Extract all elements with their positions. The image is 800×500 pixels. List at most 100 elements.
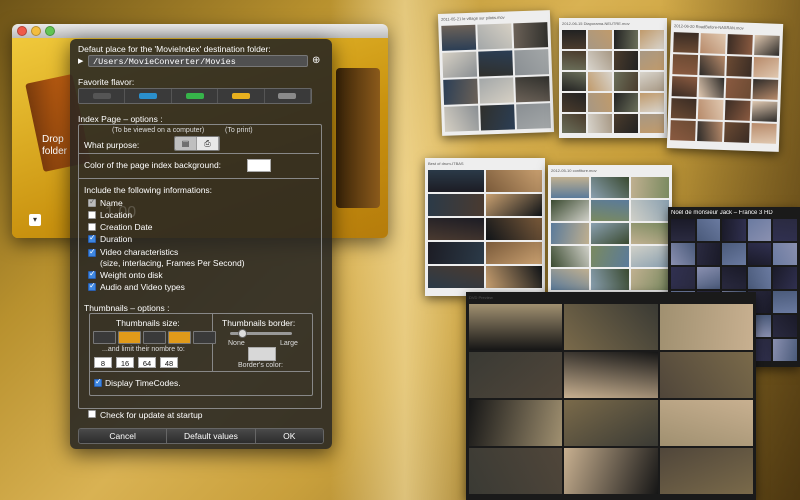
sheet-caption: 2012-05-10 confiture.mov — [551, 168, 597, 173]
creation-date-label: Creation Date — [100, 222, 153, 232]
video-frame — [444, 105, 480, 132]
video-frame — [773, 267, 797, 289]
video-frame — [469, 448, 563, 494]
video-frame — [724, 122, 750, 143]
computer-screen-icon[interactable]: ▤ — [175, 137, 197, 150]
frame-grid — [562, 30, 664, 133]
video-frame — [696, 219, 721, 241]
video-frame — [640, 72, 664, 91]
video-frame — [614, 30, 638, 49]
disclosure-triangle-icon[interactable]: ▶ — [78, 57, 83, 65]
video-frame — [591, 246, 629, 267]
close-window-button[interactable] — [17, 26, 27, 36]
video-frame — [614, 93, 638, 112]
video-frame — [562, 72, 586, 91]
video-frame — [631, 223, 669, 244]
film-reel-icon — [336, 68, 380, 208]
update-checkbox[interactable] — [88, 410, 96, 418]
video-frame — [673, 32, 699, 54]
drop-label-line2: folder — [42, 146, 68, 157]
border-color-well[interactable] — [248, 347, 276, 361]
weight-checkbox[interactable] — [88, 269, 96, 279]
divider — [90, 371, 310, 372]
frame-grid — [428, 170, 542, 288]
location-checkbox[interactable] — [88, 211, 96, 219]
video-frame — [469, 400, 563, 446]
video-frame — [428, 194, 484, 216]
border-slider-knob[interactable] — [238, 329, 247, 338]
weight-label: Weight onto disk — [100, 270, 163, 280]
choose-folder-icon[interactable]: ⊕ — [312, 55, 320, 66]
sheet-caption: 2012-06-15 Diaporama-NEUTRE.mov — [562, 21, 630, 26]
duration-checkbox[interactable] — [88, 233, 96, 243]
include-heading: Include the following informations: — [84, 185, 213, 195]
video-frame — [562, 51, 586, 70]
purpose-segmented-control[interactable]: ▤ ⎙ — [174, 136, 220, 151]
bg-color-well[interactable] — [247, 159, 271, 172]
purpose-label: What purpose: — [84, 140, 140, 150]
ok-button[interactable]: OK — [255, 429, 323, 443]
video-frame — [752, 78, 779, 100]
duration-label: Duration — [100, 234, 133, 244]
timecodes-checkbox[interactable] — [94, 377, 102, 387]
thumbnail-size-selector[interactable] — [93, 331, 216, 344]
zoom-window-button[interactable] — [45, 26, 55, 36]
audio-video-types-checkbox[interactable] — [88, 281, 96, 291]
flavor-option-green[interactable] — [171, 89, 219, 103]
video-frame — [670, 120, 696, 141]
border-none-label: None — [228, 340, 245, 347]
video-frame — [773, 315, 797, 337]
flavor-option-dark[interactable] — [79, 89, 126, 103]
minimize-window-button[interactable] — [31, 26, 41, 36]
destination-path-field[interactable]: /Users/MovieConverter/Movies — [88, 55, 308, 67]
video-frame — [698, 77, 725, 98]
video-frame — [697, 121, 723, 142]
printer-icon[interactable]: ⎙ — [197, 137, 219, 150]
name-checkbox[interactable] — [88, 197, 96, 207]
limit-field[interactable]: 64 — [138, 357, 156, 368]
flavor-option-yellow[interactable] — [218, 89, 265, 103]
index-sheet-preview: 2011-05-21 le village sur pilotis.mov — [437, 10, 555, 136]
index-sheet-preview: Best of drum-ITBAS — [425, 158, 545, 296]
options-menu-button[interactable]: ▾ — [29, 214, 41, 226]
flavor-swatch — [185, 93, 204, 99]
destination-heading: Defaut place for the 'MovieIndex' destin… — [78, 44, 271, 54]
size-option[interactable] — [193, 331, 216, 344]
video-frame — [478, 50, 514, 77]
video-frame — [591, 177, 629, 198]
limit-field[interactable]: 8 — [94, 357, 112, 368]
cancel-button[interactable]: Cancel — [79, 429, 168, 443]
video-frame — [551, 200, 589, 221]
video-frame — [700, 33, 726, 54]
preferences-panel: Defaut place for the 'MovieIndex' destin… — [70, 39, 332, 449]
video-frame — [469, 304, 563, 350]
limit-field[interactable]: 16 — [116, 357, 134, 368]
video-frame — [480, 104, 515, 131]
size-option-selected[interactable] — [118, 331, 141, 344]
video-characteristics-checkbox[interactable] — [88, 247, 96, 257]
video-frame — [753, 56, 780, 78]
video-frame — [614, 51, 638, 70]
flavor-option-gray[interactable] — [264, 89, 311, 103]
video-frame — [514, 49, 550, 76]
flavor-option-blue[interactable] — [125, 89, 172, 103]
creation-date-checkbox[interactable] — [88, 223, 96, 231]
flavor-swatch — [278, 93, 297, 99]
index-sheet-preview: 2012-06-20 RoadBefore-NASRAN.mov — [666, 20, 784, 152]
default-values-button[interactable]: Default values — [167, 429, 256, 443]
video-frame — [551, 246, 589, 267]
limit-field[interactable]: 48 — [160, 357, 178, 368]
size-option[interactable] — [168, 331, 191, 344]
video-frame — [671, 267, 695, 289]
video-frame — [751, 122, 777, 144]
size-option[interactable] — [93, 331, 116, 344]
update-label: Check for update at startup — [100, 410, 203, 420]
video-frame — [640, 93, 664, 112]
size-option[interactable] — [143, 331, 166, 344]
sheet-caption: Best of drum-ITBAS — [428, 161, 464, 166]
video-frame — [614, 72, 638, 91]
video-frame — [562, 30, 586, 49]
flavor-selector[interactable] — [78, 88, 312, 104]
divider — [79, 153, 319, 154]
flavor-swatch — [139, 93, 158, 99]
